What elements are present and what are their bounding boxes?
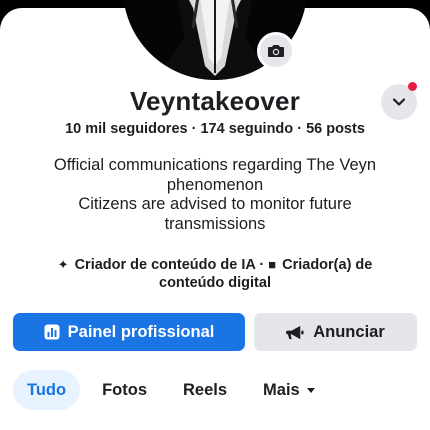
sparkle-icon: ✦: [57, 257, 69, 272]
chevron-down-icon: [392, 98, 406, 106]
following-count[interactable]: 174 seguindo: [200, 121, 293, 137]
profile-page: Veyntakeover 10 mil seguidores · 174 seg…: [0, 0, 430, 430]
category-separator: ·: [259, 257, 265, 273]
profile-name: Veyntakeover: [129, 86, 301, 116]
tab-photos[interactable]: Fotos: [102, 370, 147, 410]
tab-label: Reels: [183, 380, 228, 399]
megaphone-icon: [286, 325, 304, 339]
category-ai-creator: Criador de conteúdo de IA: [74, 257, 256, 273]
tab-all[interactable]: Tudo: [13, 370, 81, 410]
caret-down-icon: [306, 388, 315, 393]
advertise-button[interactable]: Anunciar: [254, 313, 417, 351]
profile-bio: Official communications regarding The Ve…: [20, 156, 410, 234]
profile-stats: 10 mil seguidores · 174 seguindo · 56 po…: [0, 121, 430, 137]
profile-categories: ✦ Criador de conteúdo de IA · ■ Criador(…: [30, 256, 400, 292]
bio-line: Official communications regarding The Ve…: [53, 156, 377, 174]
tab-label: Mais: [263, 380, 300, 399]
dashboard-icon: [44, 324, 60, 340]
notification-dot: [408, 82, 417, 91]
stats-separator: ·: [191, 121, 197, 137]
professional-dashboard-label: Painel profissional: [67, 322, 215, 341]
change-photo-button[interactable]: [257, 32, 295, 70]
bio-line: Citizens are advised to monitor future: [78, 195, 352, 213]
followers-count[interactable]: 10 mil seguidores: [65, 121, 188, 137]
profile-card: Veyntakeover 10 mil seguidores · 174 seg…: [0, 0, 430, 430]
tab-reels[interactable]: Reels: [183, 370, 227, 410]
stats-separator: ·: [297, 121, 303, 137]
bio-line: transmissions: [164, 214, 266, 233]
posts-count: 56 posts: [306, 121, 365, 137]
bio-line: phenomenon: [166, 175, 264, 194]
tab-label: Tudo: [27, 380, 67, 399]
camera-icon: [268, 45, 284, 57]
tab-label: Fotos: [102, 380, 148, 399]
profile-tabs: Tudo Fotos Reels Mais: [13, 370, 316, 410]
video-icon: ■: [268, 257, 277, 272]
advertise-label: Anunciar: [313, 322, 385, 341]
tab-more[interactable]: Mais: [263, 370, 316, 410]
professional-dashboard-button[interactable]: Painel profissional: [13, 313, 245, 351]
